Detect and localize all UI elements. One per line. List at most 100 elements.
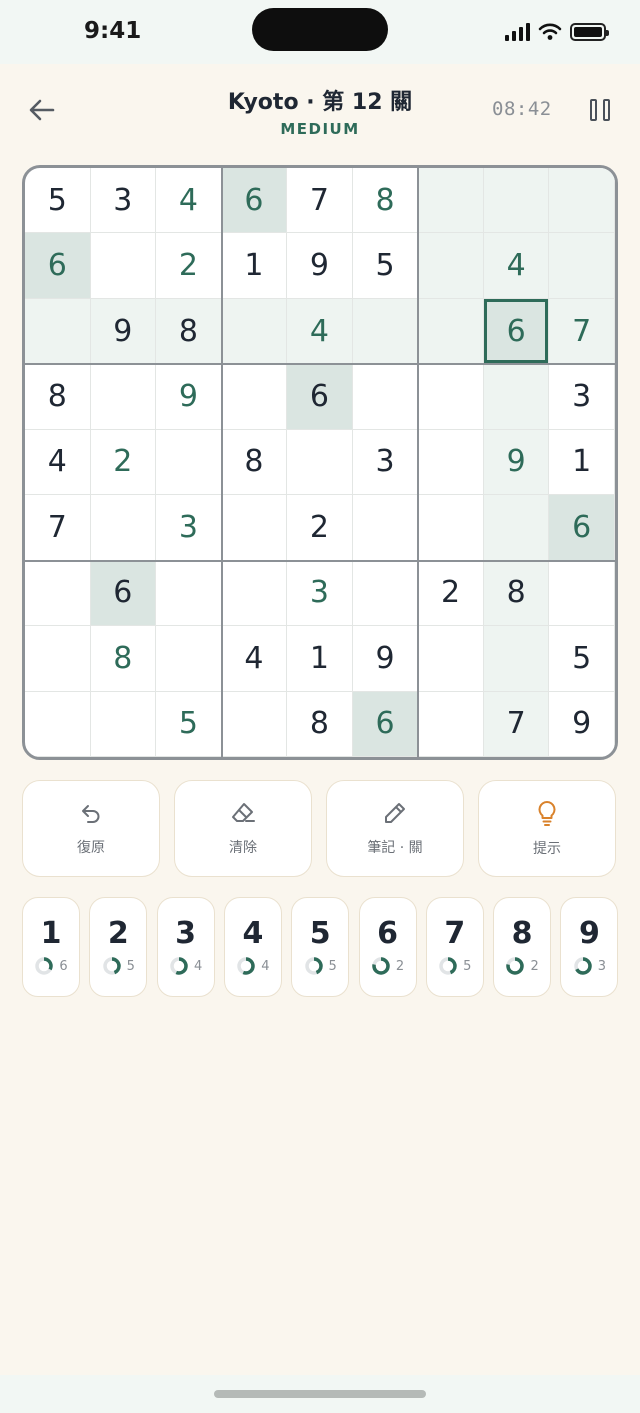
- sudoku-cell-r3c6[interactable]: [352, 298, 419, 365]
- sudoku-cell-r8c4[interactable]: 4: [221, 626, 288, 692]
- sudoku-cell-r4c5[interactable]: 6: [287, 364, 353, 430]
- sudoku-cell-r5c3[interactable]: [156, 429, 222, 496]
- sudoku-cell-r7c4[interactable]: [221, 560, 288, 627]
- sudoku-cell-r2c1[interactable]: 6: [25, 233, 91, 299]
- sudoku-cell-r7c6[interactable]: [352, 560, 419, 627]
- sudoku-cell-r5c9[interactable]: 1: [549, 429, 615, 496]
- sudoku-cell-r7c2[interactable]: 6: [90, 560, 157, 627]
- sudoku-cell-r7c1[interactable]: [25, 560, 91, 627]
- sudoku-cell-r5c5[interactable]: [287, 429, 353, 496]
- sudoku-cell-r3c3[interactable]: 8: [156, 298, 222, 365]
- sudoku-cell-r8c7[interactable]: [418, 626, 484, 692]
- sudoku-cell-r6c6[interactable]: [352, 495, 419, 561]
- sudoku-cell-r7c5[interactable]: 3: [287, 560, 353, 627]
- dynamic-island: [252, 8, 388, 51]
- sudoku-cell-r9c6[interactable]: 6: [352, 691, 419, 757]
- sudoku-cell-r9c2[interactable]: [90, 691, 157, 757]
- sudoku-cell-r2c2[interactable]: [90, 233, 157, 299]
- progress-ring-icon: [372, 957, 390, 975]
- number-key-7[interactable]: 75: [425, 897, 484, 997]
- sudoku-cell-r4c6[interactable]: [352, 364, 419, 430]
- sudoku-cell-r2c6[interactable]: 5: [352, 233, 419, 299]
- sudoku-cell-r9c9[interactable]: 9: [549, 691, 615, 757]
- sudoku-cell-r9c5[interactable]: 8: [287, 691, 353, 757]
- number-key-1[interactable]: 16: [22, 897, 80, 997]
- sudoku-cell-r4c7[interactable]: [418, 364, 484, 430]
- sudoku-cell-r1c7[interactable]: [418, 168, 484, 234]
- home-indicator[interactable]: [214, 1390, 426, 1398]
- sudoku-cell-r8c8[interactable]: [483, 626, 550, 692]
- sudoku-cell-r2c8[interactable]: 4: [483, 233, 550, 299]
- sudoku-cell-r5c6[interactable]: 3: [352, 429, 419, 496]
- number-key-9[interactable]: 93: [560, 897, 619, 997]
- sudoku-cell-r8c1[interactable]: [25, 626, 91, 692]
- pause-button[interactable]: [586, 96, 614, 124]
- sudoku-cell-r5c1[interactable]: 4: [25, 429, 91, 496]
- sudoku-cell-r4c1[interactable]: 8: [25, 364, 91, 430]
- sudoku-cell-r6c9[interactable]: 6: [549, 495, 615, 561]
- number-key-8[interactable]: 82: [493, 897, 552, 997]
- sudoku-cell-r1c3[interactable]: 4: [156, 168, 222, 234]
- sudoku-cell-r9c8[interactable]: 7: [483, 691, 550, 757]
- sudoku-cell-r8c3[interactable]: [156, 626, 222, 692]
- sudoku-cell-r4c8[interactable]: [483, 364, 550, 430]
- sudoku-cell-r1c6[interactable]: 8: [352, 168, 419, 234]
- back-button[interactable]: [22, 90, 62, 130]
- sudoku-cell-r6c3[interactable]: 3: [156, 495, 222, 561]
- sudoku-cell-r9c7[interactable]: [418, 691, 484, 757]
- sudoku-cell-r2c4[interactable]: 1: [221, 233, 288, 299]
- sudoku-cell-r9c3[interactable]: 5: [156, 691, 222, 757]
- progress-ring-icon: [102, 957, 121, 975]
- sudoku-cell-r6c5[interactable]: 2: [287, 495, 353, 561]
- number-key-6[interactable]: 62: [358, 897, 417, 997]
- sudoku-cell-r4c2[interactable]: [90, 364, 157, 430]
- sudoku-cell-r7c9[interactable]: [549, 560, 615, 627]
- sudoku-cell-r2c5[interactable]: 9: [287, 233, 353, 299]
- sudoku-cell-r8c9[interactable]: 5: [549, 626, 615, 692]
- sudoku-cell-r3c8[interactable]: 6: [483, 298, 550, 365]
- sudoku-cell-r6c4[interactable]: [221, 495, 288, 561]
- sudoku-cell-r5c2[interactable]: 2: [90, 429, 157, 496]
- sudoku-cell-r1c1[interactable]: 5: [25, 168, 91, 234]
- sudoku-cell-r9c4[interactable]: [221, 691, 288, 757]
- sudoku-cell-r2c7[interactable]: [418, 233, 484, 299]
- sudoku-cell-r3c7[interactable]: [418, 298, 484, 365]
- sudoku-cell-r1c2[interactable]: 3: [90, 168, 157, 234]
- sudoku-cell-r8c6[interactable]: 9: [352, 626, 419, 692]
- sudoku-cell-r3c1[interactable]: [25, 298, 91, 365]
- sudoku-cell-r7c8[interactable]: 8: [483, 560, 550, 627]
- sudoku-cell-r2c3[interactable]: 2: [156, 233, 222, 299]
- sudoku-cell-r3c4[interactable]: [221, 298, 288, 365]
- sudoku-cell-r6c2[interactable]: [90, 495, 157, 561]
- sudoku-cell-r1c8[interactable]: [483, 168, 550, 234]
- sudoku-cell-r8c2[interactable]: 8: [90, 626, 157, 692]
- sudoku-cell-r6c8[interactable]: [483, 495, 550, 561]
- sudoku-cell-r5c4[interactable]: 8: [221, 429, 288, 496]
- sudoku-cell-r6c1[interactable]: 7: [25, 495, 91, 561]
- sudoku-cell-r1c9[interactable]: [549, 168, 615, 234]
- number-key-2[interactable]: 25: [89, 897, 148, 997]
- number-key-3[interactable]: 34: [156, 897, 215, 997]
- sudoku-cell-r4c9[interactable]: 3: [549, 364, 615, 430]
- notes-toggle-button[interactable]: 筆記 · 關: [326, 780, 464, 877]
- sudoku-cell-r4c4[interactable]: [221, 364, 288, 430]
- sudoku-cell-r4c3[interactable]: 9: [156, 364, 222, 430]
- sudoku-cell-r6c7[interactable]: [418, 495, 484, 561]
- sudoku-cell-r5c8[interactable]: 9: [483, 429, 550, 496]
- sudoku-cell-r1c5[interactable]: 7: [287, 168, 353, 234]
- sudoku-cell-r9c1[interactable]: [25, 691, 91, 757]
- sudoku-cell-r2c9[interactable]: [549, 233, 615, 299]
- undo-button[interactable]: 復原: [22, 780, 160, 877]
- sudoku-cell-r3c5[interactable]: 4: [287, 298, 353, 365]
- sudoku-cell-r7c3[interactable]: [156, 560, 222, 627]
- hint-button[interactable]: 提示: [478, 780, 616, 877]
- sudoku-cell-r7c7[interactable]: 2: [418, 560, 484, 627]
- erase-button[interactable]: 清除: [174, 780, 312, 877]
- number-key-5[interactable]: 55: [291, 897, 350, 997]
- sudoku-cell-r3c9[interactable]: 7: [549, 298, 615, 365]
- sudoku-cell-r3c2[interactable]: 9: [90, 298, 157, 365]
- sudoku-cell-r5c7[interactable]: [418, 429, 484, 496]
- sudoku-cell-r1c4[interactable]: 6: [221, 168, 288, 234]
- number-key-4[interactable]: 44: [223, 897, 282, 997]
- sudoku-cell-r8c5[interactable]: 1: [287, 626, 353, 692]
